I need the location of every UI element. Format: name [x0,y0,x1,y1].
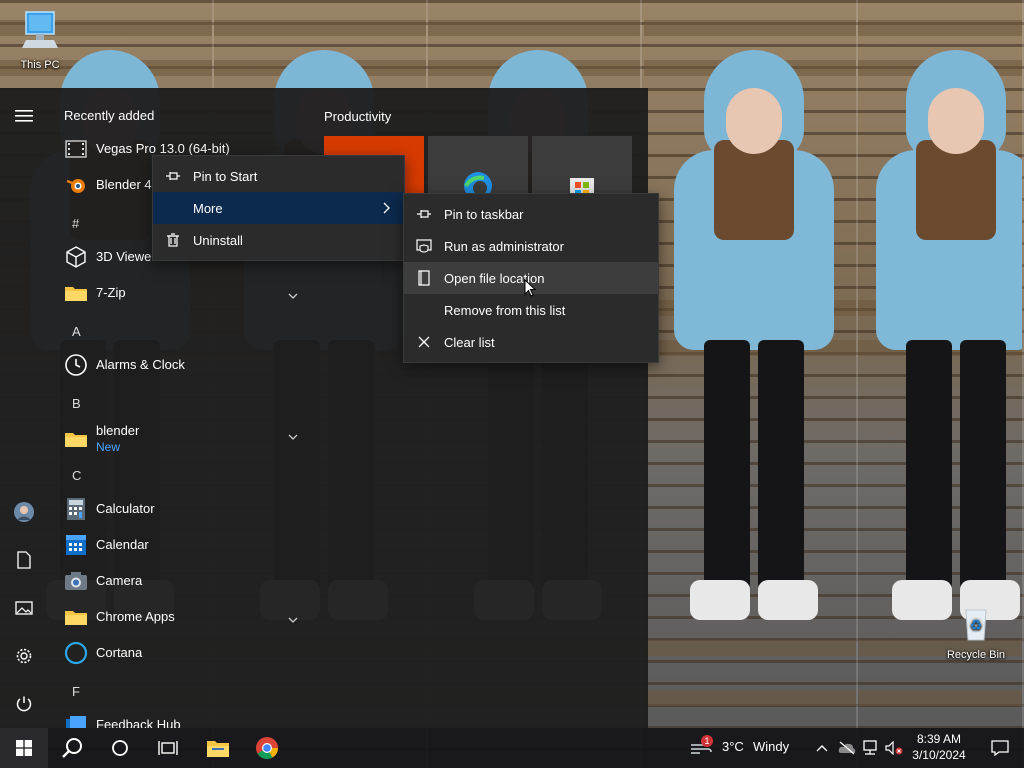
app-item-alarms-clock[interactable]: Alarms & Clock [48,347,310,383]
windows-start-icon[interactable] [0,728,48,768]
computer-icon [0,10,80,57]
desktop-icon-label: This PC [20,59,60,71]
desktop-icon-label: Recycle Bin [946,649,1006,661]
notification-badge: 1 [701,735,713,747]
folder-icon [62,279,90,307]
folder-icon [62,425,90,453]
recently-added-heading: Recently added [64,108,155,123]
tile-group-title: Productivity [324,109,392,124]
app-item-feedback-hub[interactable]: Feedback Hub [48,707,310,728]
vegas-film-icon [62,135,90,163]
network-icon[interactable] [860,728,882,768]
volume-muted-icon[interactable] [883,728,905,768]
wallpaper-tile [644,0,858,768]
app-item-calculator[interactable]: Calculator [48,491,310,527]
onedrive-offline-icon[interactable] [836,728,858,768]
clock-date: 3/10/2024 [912,748,966,762]
app-label: Alarms & Clock [96,357,185,372]
new-badge: New [96,440,121,454]
app-label: 3D Viewer [96,249,156,264]
cube-icon [62,243,90,271]
power-icon[interactable] [0,680,48,728]
menu-item-label: Clear list [444,334,495,350]
settings-gear-icon[interactable] [0,632,48,680]
chevron-down-icon[interactable] [288,287,298,302]
menu-item-uninstall[interactable]: Uninstall [153,224,404,256]
mouse-cursor-icon [524,278,537,301]
app-label: Calculator [96,501,155,516]
desktop-icon-recycle-bin[interactable]: ♻ Recycle Bin [936,604,1016,661]
submenu-item-pin-to-taskbar[interactable]: Pin to taskbar [404,198,658,230]
menu-item-label: Run as administrator [444,238,564,254]
pictures-icon[interactable] [0,584,48,632]
menu-item-label: Pin to taskbar [444,206,524,222]
cortana-circle-icon[interactable] [96,728,144,768]
section-letter[interactable]: B [72,396,81,411]
document-icon [404,270,444,286]
section-letter[interactable]: # [72,216,79,231]
app-label: Feedback Hub [96,717,181,728]
chevron-up-icon[interactable] [810,728,834,768]
submenu-item-run-as-admin[interactable]: Run as administrator [404,230,658,262]
feedback-icon [62,711,90,728]
clock-time: 8:39 AM [916,732,962,746]
hamburger-menu-icon[interactable] [0,92,48,140]
close-icon [404,336,444,348]
recycle-bin-icon: ♻ [936,604,1016,647]
chevron-right-icon [383,202,390,217]
search-icon[interactable] [48,728,96,768]
app-item-cortana[interactable]: Cortana [48,635,310,671]
pin-icon [404,209,444,219]
section-letter[interactable]: C [72,468,81,483]
task-view-icon[interactable] [144,728,192,768]
submenu-item-clear-list[interactable]: Clear list [404,326,658,358]
clock-icon [62,351,90,379]
app-label: Chrome Apps [96,609,175,624]
taskbar: 1 3°C Windy 8:39 AM 3/10/2024 [0,728,1024,768]
more-submenu: Pin to taskbar Run as administrator Open… [403,193,659,363]
app-item-camera[interactable]: Camera [48,563,310,599]
user-avatar-icon[interactable] [0,488,48,536]
context-menu: Pin to Start More Uninstall [152,155,405,261]
camera-icon [62,567,90,595]
trash-icon [153,233,193,247]
chevron-down-icon[interactable] [288,611,298,626]
menu-item-label: More [193,200,223,216]
app-label: Calendar [96,537,149,552]
app-label: blender New [96,423,140,454]
pin-icon [153,171,193,181]
chevron-down-icon[interactable] [288,428,298,443]
menu-item-label: Pin to Start [193,168,258,184]
menu-item-pin-to-start[interactable]: Pin to Start [153,160,404,192]
svg-text:♻: ♻ [970,617,983,633]
menu-item-label: Remove from this list [444,302,566,318]
app-label: Cortana [96,645,143,660]
cortana-icon [62,639,90,667]
app-label: 7-Zip [96,285,126,300]
documents-icon[interactable] [0,536,48,584]
shield-window-icon [404,239,444,253]
folder-icon [62,603,90,631]
section-letter[interactable]: A [72,324,81,339]
app-item-chrome-apps[interactable]: Chrome Apps [48,599,310,635]
weather-temperature: 3°C [722,739,744,754]
weather-description: Windy [753,739,790,754]
action-center-icon[interactable] [976,728,1024,768]
blender-icon [62,171,90,199]
menu-item-label: Uninstall [193,232,243,248]
app-item-7-zip[interactable]: 7-Zip [48,275,310,311]
app-item-calendar[interactable]: Calendar [48,527,310,563]
clock[interactable]: 8:39 AM 3/10/2024 [906,731,972,763]
menu-item-more[interactable]: More [153,192,404,224]
app-item-blender-folder[interactable]: blender New [48,419,310,459]
section-letter[interactable]: F [72,684,80,699]
chrome-icon[interactable] [243,728,291,768]
app-label: Camera [96,573,143,588]
calendar-icon [62,531,90,559]
calculator-icon [62,495,90,523]
desktop-icon-this-pc[interactable]: This PC [0,10,80,71]
file-explorer-icon[interactable] [194,728,242,768]
start-rail [0,88,48,728]
